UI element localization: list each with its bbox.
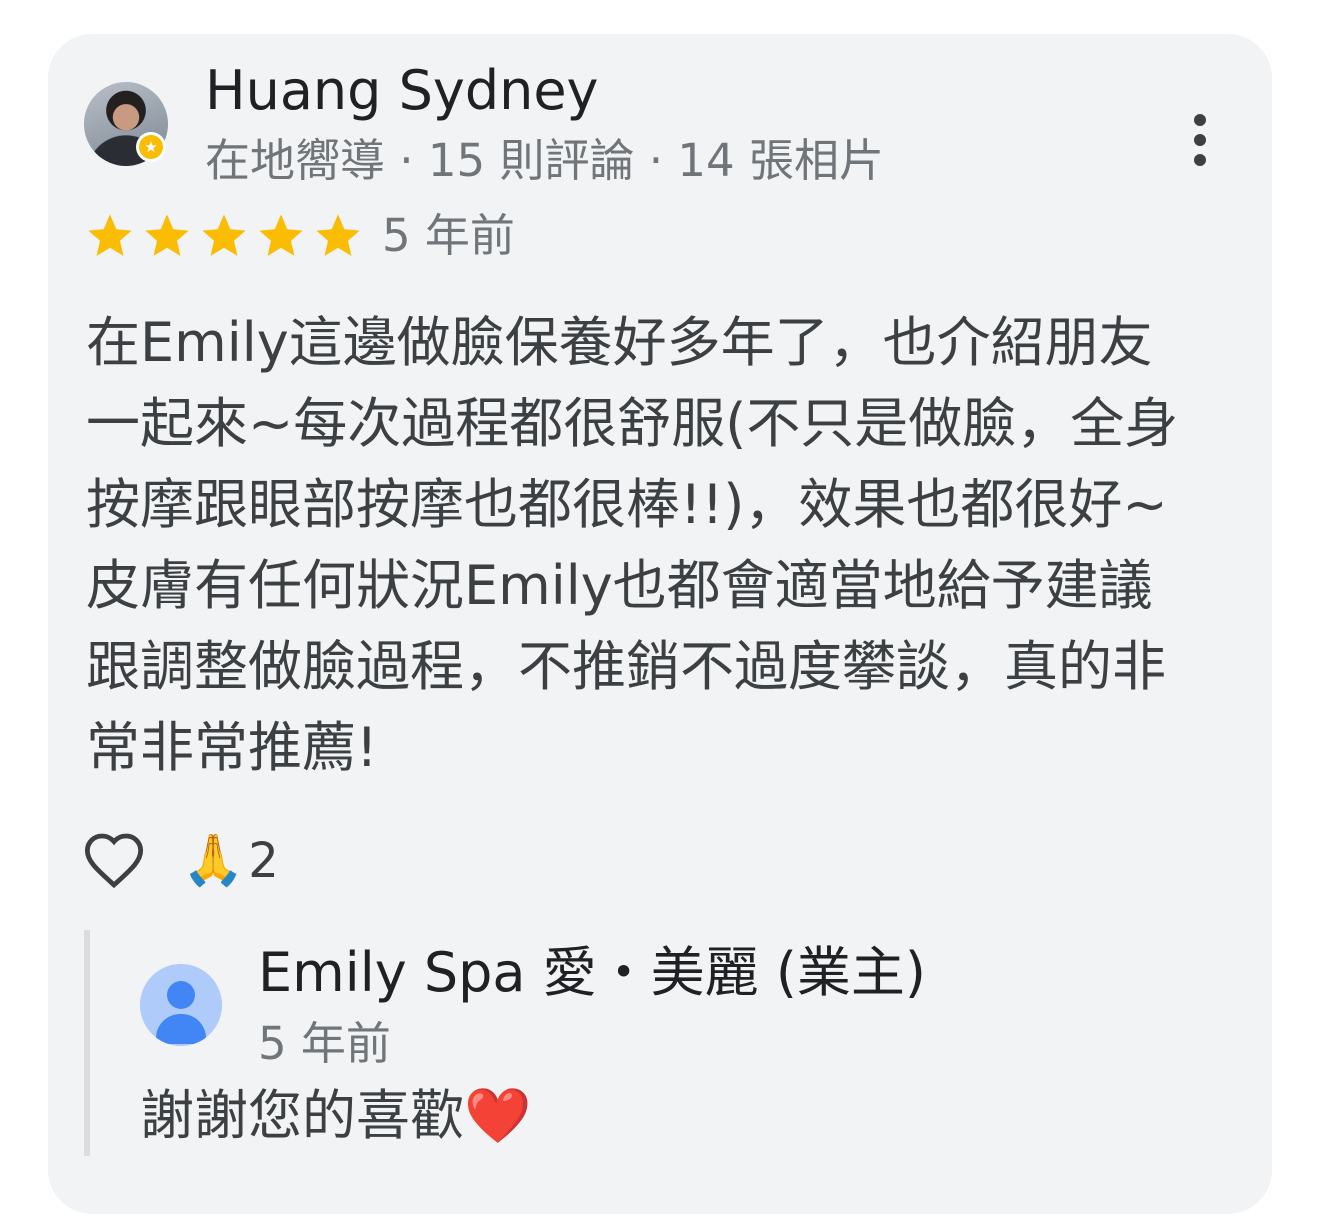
owner-reply-text: 謝謝您的喜歡❤️	[140, 1084, 532, 1147]
star-icon	[316, 214, 360, 256]
reaction-count: 2	[248, 833, 279, 889]
owner-name: Emily Spa 愛・美麗 (業主)	[258, 941, 926, 1004]
review-text-line: 按摩跟眼部按摩也都很棒!!)，效果也都很好~	[86, 473, 1168, 536]
star-icon	[88, 214, 132, 256]
pray-emoji-icon: 🙏	[182, 831, 245, 889]
review-text: 在Emily這邊做臉保養好多年了，也介紹朋友 一起來~每次過程都很舒服(不只是做臉…	[86, 302, 1246, 788]
star-icon	[202, 214, 246, 256]
local-guide-badge-icon: ★	[136, 132, 166, 162]
more-options-icon[interactable]	[1178, 108, 1222, 172]
review-text-line: 常非常推薦!	[86, 716, 378, 779]
review-time: 5 年前	[382, 209, 515, 262]
star-rating	[84, 206, 369, 266]
owner-reply-time: 5 年前	[258, 1017, 391, 1070]
like-heart-icon[interactable]	[82, 828, 146, 892]
owner-avatar-person-icon	[140, 964, 222, 1046]
star-icon	[145, 214, 189, 256]
star-icon	[259, 214, 303, 256]
reaction-chip[interactable]: 🙏2	[182, 826, 279, 895]
reply-divider	[84, 930, 90, 1156]
reviewer-name[interactable]: Huang Sydney	[205, 58, 599, 124]
review-text-line: 跟調整做臉過程，不推銷不過度攀談，真的非	[86, 635, 1166, 698]
review-text-line: 皮膚有任何狀況Emily也都會適當地給予建議	[86, 554, 1153, 617]
reviewer-meta: 在地嚮導 · 15 則評論 · 14 張相片	[205, 134, 884, 187]
review-text-line: 在Emily這邊做臉保養好多年了，也介紹朋友	[86, 311, 1153, 374]
review-text-line: 一起來~每次過程都很舒服(不只是做臉，全身	[86, 392, 1179, 455]
